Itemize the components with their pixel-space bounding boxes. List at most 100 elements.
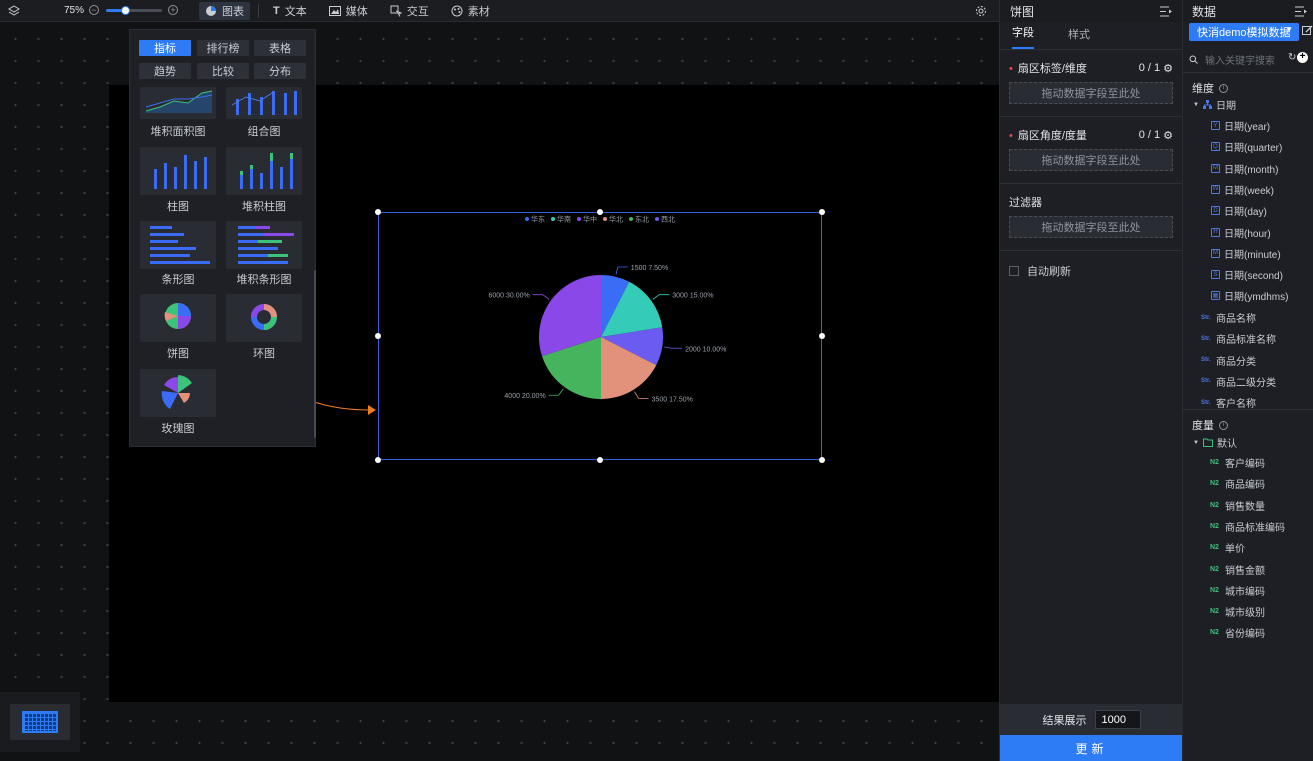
field-search[interactable]: 输入关键字搜索 ↻ + <box>1189 52 1311 67</box>
gear-icon[interactable]: ⚙ <box>1163 129 1173 142</box>
pie-label-leader <box>615 266 628 275</box>
number-type-icon: N2 <box>1210 629 1219 637</box>
update-button[interactable]: 更新 <box>1000 735 1183 761</box>
date-field-label: 日期(year) <box>1224 122 1271 133</box>
date-group[interactable]: ▼ 日期 <box>1193 97 1236 112</box>
measure-field-item[interactable]: N2 城市级别 <box>1210 604 1265 619</box>
measure-group[interactable]: ▼ 默认 <box>1193 435 1237 450</box>
date-field-item[interactable]: M 日期(month) <box>1211 161 1278 176</box>
dimension-field-item[interactable]: Str. 客户名称 <box>1201 395 1256 410</box>
chart-label-combo: 组合图 <box>247 126 281 138</box>
dimension-field-item[interactable]: Str. 商品名称 <box>1201 310 1256 325</box>
zoom-in-icon[interactable]: + <box>168 5 178 15</box>
gear-icon[interactable]: ⚙ <box>1163 62 1173 75</box>
toolbar-divider <box>258 4 259 18</box>
chart-thumb-stacked-bar[interactable] <box>226 221 302 269</box>
panel-divider <box>1183 409 1313 410</box>
measure-group-label: 默认 <box>1216 439 1237 450</box>
measure-field-item[interactable]: N2 城市编码 <box>1210 583 1265 598</box>
minimap[interactable] <box>0 692 80 752</box>
chart-thumb-rose[interactable] <box>140 369 216 417</box>
dimension-field-label: 商品二级分类 <box>1216 377 1276 389</box>
sector-label-drop-zone[interactable]: 拖动数据字段至此处 <box>1009 82 1173 104</box>
dataset-select[interactable]: 快消demo模拟数据 ▼ <box>1189 23 1299 41</box>
auto-refresh-checkbox[interactable] <box>1009 266 1019 276</box>
tab-chart[interactable]: 图表 <box>199 2 250 20</box>
measure-field-item[interactable]: N2 销售数量 <box>1210 498 1265 513</box>
filter-drop-zone[interactable]: 拖动数据字段至此处 <box>1009 216 1173 238</box>
category-trend-button[interactable]: 趋势 <box>139 63 191 79</box>
date-field-item[interactable]: M 日期(minute) <box>1211 246 1281 261</box>
chart-thumb-pie[interactable] <box>140 294 216 342</box>
info-icon[interactable]: i <box>1219 83 1228 93</box>
date-field-item[interactable]: W 日期(week) <box>1211 182 1274 197</box>
tab-style[interactable]: 样式 <box>1068 26 1090 49</box>
edit-icon[interactable] <box>1302 25 1313 36</box>
category-table-button[interactable]: 表格 <box>254 40 306 56</box>
measure-field-item[interactable]: N2 销售金额 <box>1210 562 1265 577</box>
date-field-item[interactable]: Q 日期(quarter) <box>1211 139 1282 154</box>
measure-field-item[interactable]: N2 商品编码 <box>1210 476 1265 491</box>
dimension-field-item[interactable]: Str. 商品二级分类 <box>1201 374 1276 389</box>
measure-field-label: 销售数量 <box>1225 501 1265 513</box>
image-icon <box>328 6 341 16</box>
tab-media[interactable]: 媒体 <box>323 2 374 20</box>
zoom-slider-handle[interactable] <box>121 6 131 15</box>
date-field-item[interactable]: ▦ 日期(ymdhms) <box>1211 288 1288 303</box>
category-metric-button[interactable]: 指标 <box>139 40 191 56</box>
result-count-input[interactable]: 1000 <box>1094 710 1141 729</box>
picker-scrollbar[interactable] <box>314 270 316 438</box>
date-field-label: 日期(month) <box>1224 164 1279 176</box>
category-compare-button[interactable]: 比较 <box>197 63 249 79</box>
category-ranking-button[interactable]: 排行榜 <box>197 40 249 56</box>
add-icon[interactable]: + <box>1297 52 1308 63</box>
date-field-item[interactable]: D 日期(day) <box>1211 203 1267 218</box>
layers-icon[interactable] <box>8 5 20 17</box>
date-field-icon: W <box>1211 184 1220 194</box>
dimension-field-item[interactable]: Str. 商品分类 <box>1201 353 1256 368</box>
data-panel: 数据 快消demo模拟数据 ▼ 输入关键字搜索 ↻ + 维度 i ▼ 日期 Y日… <box>1182 0 1313 761</box>
tab-fields[interactable]: 字段 <box>1012 24 1034 49</box>
measure-field-item[interactable]: N2 单价 <box>1210 540 1245 555</box>
date-field-item[interactable]: H 日期(hour) <box>1211 225 1271 240</box>
collapse-panel-icon[interactable] <box>1160 6 1172 17</box>
chart-thumb-bar[interactable] <box>140 221 216 269</box>
tab-text[interactable]: T 文本 <box>267 2 313 20</box>
chart-thumb-stacked-column[interactable] <box>226 147 302 195</box>
data-panel-title: 数据 <box>1192 4 1217 19</box>
collapse-panel-icon[interactable] <box>1295 6 1307 17</box>
sector-angle-drop-zone[interactable]: 拖动数据字段至此处 <box>1009 149 1173 171</box>
measure-field-item[interactable]: N2 商品标准编码 <box>1210 519 1285 534</box>
tab-assets[interactable]: 素材 <box>445 2 496 20</box>
date-field-item[interactable]: S 日期(second) <box>1211 267 1283 282</box>
date-field-label: 日期(ymdhms) <box>1224 292 1289 304</box>
zoom-out-icon[interactable]: − <box>89 5 99 15</box>
measure-field-label: 商品编码 <box>1225 480 1265 492</box>
settings-gear-icon[interactable] <box>975 5 987 17</box>
panel-divider <box>1183 72 1313 73</box>
chart-thumb-stacked-area[interactable] <box>140 87 216 119</box>
sector-label-title: 扇区标签/维度 <box>1017 63 1087 75</box>
chart-label-stacked-area: 堆积面积图 <box>150 126 206 138</box>
info-icon[interactable]: i <box>1219 420 1228 430</box>
dimension-field-item[interactable]: Str. 商品标准名称 <box>1201 331 1276 346</box>
date-field-label: 日期(week) <box>1224 185 1275 197</box>
tab-interaction[interactable]: 交互 <box>384 2 435 20</box>
refresh-icon[interactable]: ↻ <box>1288 52 1296 63</box>
dimension-field-label: 商品分类 <box>1216 356 1256 368</box>
category-distribution-button[interactable]: 分布 <box>254 63 306 79</box>
date-field-icon: Y <box>1211 121 1220 130</box>
pie-chart-component[interactable]: 华东 华南 华中 华北 东北 西北 1500 7.50% 3000 15.00% 2000 1… <box>375 209 825 463</box>
sector-angle-count: 0 / 1 <box>1138 129 1161 141</box>
chart-thumb-combo[interactable] <box>226 87 302 119</box>
measure-field-item[interactable]: N2 省份编码 <box>1210 625 1265 640</box>
date-field-item[interactable]: Y 日期(year) <box>1211 118 1270 133</box>
minimap-screen-thumbnail <box>22 711 58 733</box>
minimap-viewport[interactable] <box>10 704 70 740</box>
sector-label-section: • 扇区标签/维度 0 / 1 ⚙ 拖动数据字段至此处 <box>1000 50 1182 117</box>
chart-thumb-column[interactable] <box>140 147 216 195</box>
zoom-slider[interactable] <box>106 6 162 15</box>
chart-thumb-donut[interactable] <box>226 294 302 342</box>
measure-field-label: 销售金额 <box>1225 565 1265 577</box>
measure-field-item[interactable]: N2 客户编码 <box>1210 455 1265 470</box>
